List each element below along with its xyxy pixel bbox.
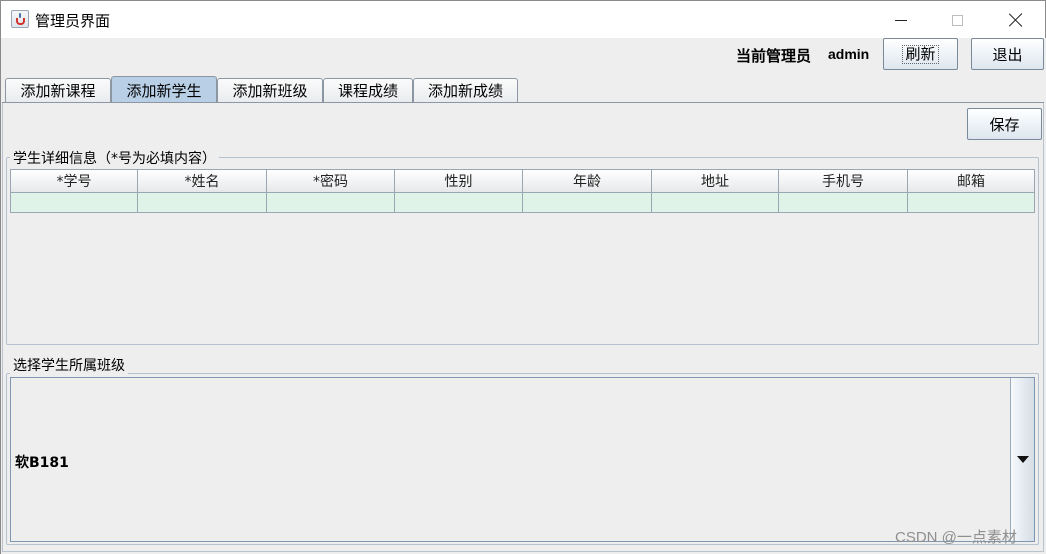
class-combobox[interactable]: 软B181 — [10, 377, 1035, 542]
chevron-down-icon — [1016, 456, 1029, 463]
cell-age[interactable] — [523, 193, 652, 213]
close-button[interactable] — [987, 1, 1045, 39]
tab-add-course[interactable]: 添加新课程 — [5, 78, 111, 102]
student-detail-title: 学生详细信息（*号为必填内容） — [10, 148, 219, 168]
minimize-icon — [895, 19, 907, 21]
class-dropdown-button[interactable] — [1010, 378, 1034, 541]
tab-course-grades[interactable]: 课程成绩 — [323, 78, 413, 102]
maximize-icon — [951, 14, 963, 26]
refresh-label: 刷新 — [902, 44, 939, 64]
save-button[interactable]: 保存 — [967, 108, 1042, 140]
title-bar: 管理员界面 — [0, 0, 1046, 38]
class-select-title: 选择学生所属班级 — [10, 355, 128, 375]
cell-password[interactable] — [267, 193, 395, 213]
watermark: CSDN @一点素材 — [895, 529, 1017, 546]
table-header: *学号 *姓名 *密码 性别 年龄 地址 手机号 邮箱 — [10, 169, 1035, 193]
admin-name: admin — [828, 46, 870, 62]
cell-gender[interactable] — [395, 193, 523, 213]
tab-add-class[interactable]: 添加新班级 — [217, 78, 323, 102]
cell-email[interactable] — [908, 193, 1035, 213]
column-header-address[interactable]: 地址 — [652, 169, 779, 193]
maximize-button[interactable] — [928, 1, 986, 39]
cell-id[interactable] — [10, 193, 138, 213]
minimize-button[interactable] — [872, 1, 930, 39]
close-icon — [1009, 13, 1023, 27]
java-cup-icon — [11, 10, 29, 28]
class-selected-value: 软B181 — [15, 455, 69, 471]
column-header-gender[interactable]: 性别 — [395, 169, 523, 193]
column-header-password[interactable]: *密码 — [267, 169, 395, 193]
window-title: 管理员界面 — [35, 12, 111, 30]
table-row[interactable] — [10, 193, 1035, 213]
cell-address[interactable] — [652, 193, 779, 213]
column-header-id[interactable]: *学号 — [10, 169, 138, 193]
cell-phone[interactable] — [779, 193, 908, 213]
column-header-email[interactable]: 邮箱 — [908, 169, 1035, 193]
tab-add-grade[interactable]: 添加新成绩 — [413, 78, 518, 102]
logout-button[interactable]: 退出 — [971, 38, 1044, 70]
column-header-phone[interactable]: 手机号 — [779, 169, 908, 193]
column-header-name[interactable]: *姓名 — [138, 169, 267, 193]
refresh-button[interactable]: 刷新 — [883, 38, 958, 70]
admin-label: 当前管理员 — [736, 47, 812, 65]
cell-name[interactable] — [138, 193, 267, 213]
column-header-age[interactable]: 年龄 — [523, 169, 652, 193]
tab-add-student[interactable]: 添加新学生 — [111, 76, 217, 103]
